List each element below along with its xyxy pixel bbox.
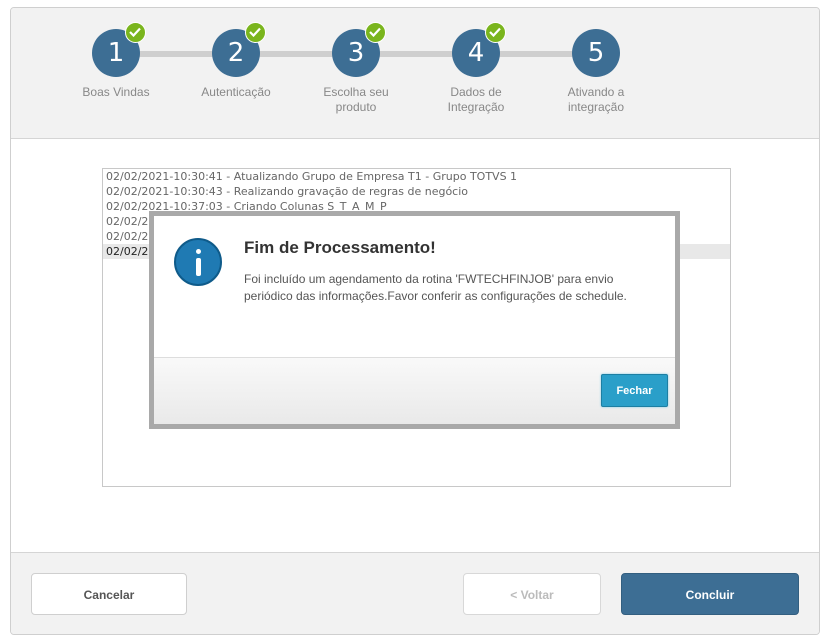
- step-5-number: 5: [587, 38, 605, 68]
- step-1-number: 1: [107, 38, 125, 68]
- log-line: 02/02/2021-10:30:41 - Atualizando Grupo …: [106, 170, 518, 183]
- step-3-number: 3: [347, 38, 365, 68]
- cancel-button[interactable]: Cancelar: [31, 573, 187, 615]
- dialog-title: Fim de Processamento!: [244, 238, 436, 257]
- step-4-label: Dados de Integração: [447, 85, 505, 114]
- info-dialog: Fim de Processamento! Foi incluído um ag…: [149, 211, 680, 429]
- step-1-label: Boas Vindas: [82, 85, 150, 99]
- step-4-number: 4: [467, 38, 485, 68]
- info-dialog-content: Fim de Processamento! Foi incluído um ag…: [154, 216, 675, 358]
- step-2-circle: 2: [212, 22, 266, 77]
- step-3-label: Escolha seu produto: [323, 85, 389, 114]
- step-5: 5 Ativando a integração: [531, 29, 661, 115]
- step-3: 3 Escolha seu produto: [291, 22, 421, 115]
- step-4-circle: 4: [452, 22, 506, 77]
- check-icon: [485, 22, 506, 43]
- log-line: 02/02/2021-10:30:43 - Realizando gravaçã…: [106, 185, 469, 198]
- step-3-circle: 3: [332, 22, 386, 77]
- info-icon: [174, 238, 222, 286]
- check-icon: [365, 22, 386, 43]
- wizard-footer: Cancelar < Voltar Concluir: [11, 552, 819, 634]
- step-5-circle: 5: [572, 29, 620, 77]
- step-1: 1 Boas Vindas: [51, 22, 181, 100]
- check-icon: [125, 22, 146, 43]
- dialog-button-bar: Fechar: [154, 358, 675, 424]
- info-dialog-body: Fim de Processamento! Foi incluído um ag…: [154, 216, 675, 424]
- wizard-stepper: 1 Boas Vindas 2 Autenticação 3 Escolha s…: [11, 8, 819, 139]
- check-icon: [245, 22, 266, 43]
- back-button[interactable]: < Voltar: [463, 573, 601, 615]
- step-1-circle: 1: [92, 22, 146, 77]
- close-button[interactable]: Fechar: [601, 374, 668, 407]
- step-5-label: Ativando a integração: [567, 85, 625, 114]
- step-4: 4 Dados de Integração: [411, 22, 541, 115]
- step-2: 2 Autenticação: [171, 22, 301, 100]
- step-2-label: Autenticação: [201, 85, 271, 99]
- dialog-message: Foi incluído um agendamento da rotina 'F…: [244, 272, 627, 303]
- finish-button[interactable]: Concluir: [621, 573, 799, 615]
- step-2-number: 2: [227, 38, 245, 68]
